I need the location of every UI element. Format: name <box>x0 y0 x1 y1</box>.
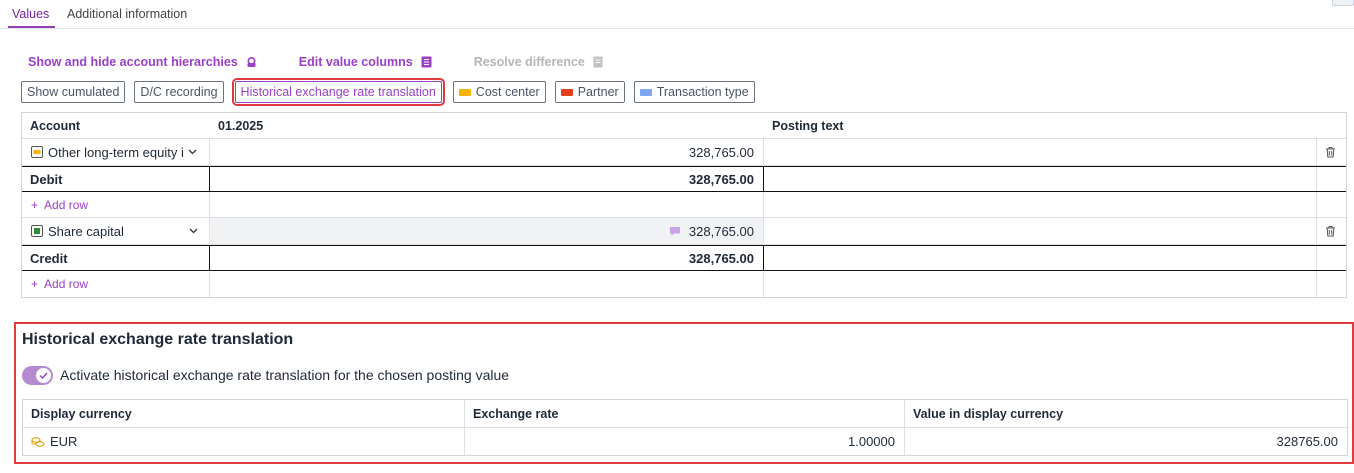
debit-account-select[interactable]: Other long-term equity i <box>31 139 201 165</box>
debit-account-row: Other long-term equity i 328,765.00 <box>22 139 1346 166</box>
columns-icon <box>421 56 432 68</box>
plus-icon: + <box>31 197 39 212</box>
account-column-header[interactable]: Account <box>30 113 80 138</box>
delete-row-icon[interactable] <box>1325 139 1336 165</box>
show-hide-hierarchies-label: Show and hide account hierarchies <box>28 55 238 69</box>
show-hide-hierarchies-button[interactable]: Show and hide account hierarchies <box>28 55 257 69</box>
exchange-rate-header[interactable]: Exchange rate <box>473 400 558 427</box>
period-column-header[interactable]: 01.2025 <box>218 113 263 138</box>
resolve-difference-label: Resolve difference <box>473 55 585 69</box>
toggle-label: Activate historical exchange rate transl… <box>60 367 510 383</box>
display-value-cell: 328765.00 <box>1276 434 1338 449</box>
historical-translation-toggle[interactable] <box>22 366 53 385</box>
credit-sum-row: Credit 328,765.00 <box>22 245 1346 271</box>
transaction-type-swatch-icon <box>639 88 652 96</box>
debit-value-cell[interactable]: 328,765.00 <box>210 139 763 165</box>
grid-toolbar: Show and hide account hierarchies Edit v… <box>28 55 645 69</box>
panel-title: Historical exchange rate translation <box>22 331 294 348</box>
tab-bar: Values Additional information <box>0 0 1354 29</box>
historical-exchange-rate-panel: Historical exchange rate translation Act… <box>14 322 1354 464</box>
cost-center-swatch-icon <box>458 88 471 96</box>
posting-grid: Account 01.2025 Posting text Other long-… <box>21 112 1347 298</box>
plus-icon: + <box>31 277 39 291</box>
add-row-label: Add row <box>44 197 89 212</box>
tab-additional-information[interactable]: Additional information <box>67 7 187 21</box>
credit-account-select[interactable]: Share capital <box>31 218 201 244</box>
cost-center-chip[interactable]: Cost center <box>452 81 546 103</box>
display-currency-cell: EUR <box>31 428 77 455</box>
currency-code: EUR <box>50 434 78 449</box>
grid-header-row: Account 01.2025 Posting text <box>22 113 1346 139</box>
credit-total: 328,765.00 <box>209 246 764 270</box>
debit-sum-row: Debit 328,765.00 <box>22 166 1346 192</box>
resolve-difference-button[interactable]: Resolve difference <box>474 55 603 69</box>
document-icon <box>593 56 603 68</box>
edit-value-columns-label: Edit value columns <box>298 55 413 69</box>
coins-icon <box>31 436 45 448</box>
tab-values[interactable]: Values <box>12 7 49 21</box>
collapse-button[interactable] <box>1332 0 1354 6</box>
edit-value-columns-button[interactable]: Edit value columns <box>299 55 432 69</box>
column-filter-chips: Show cumulated D/C recording Historical … <box>21 78 764 106</box>
debit-total: 328,765.00 <box>209 167 764 191</box>
partner-label: Partner <box>577 85 619 99</box>
account-icon <box>31 146 43 158</box>
credit-add-row: + Add row <box>22 271 1346 297</box>
comment-icon[interactable] <box>669 226 681 237</box>
credit-posting-text-cell[interactable] <box>764 218 1316 244</box>
currency-table-header: Display currency Exchange rate Value in … <box>23 400 1347 428</box>
check-icon <box>36 368 51 383</box>
currency-table: Display currency Exchange rate Value in … <box>22 399 1348 456</box>
show-cumulated-chip[interactable]: Show cumulated <box>21 81 126 103</box>
partner-swatch-icon <box>560 88 573 96</box>
credit-account-name: Share capital <box>48 223 124 239</box>
cost-center-label: Cost center <box>475 85 540 99</box>
add-credit-row-button[interactable]: + Add row <box>31 271 88 297</box>
active-tab-indicator <box>8 26 55 28</box>
add-row-label: Add row <box>44 277 89 291</box>
delete-row-icon[interactable] <box>1325 218 1336 244</box>
chevron-down-icon[interactable] <box>188 149 197 155</box>
credit-label: Credit <box>30 250 68 266</box>
value-display-currency-header[interactable]: Value in display currency <box>913 400 1063 427</box>
historical-exchange-rate-chip[interactable]: Historical exchange rate translation <box>231 78 445 106</box>
credit-value: 328,765.00 <box>688 223 754 239</box>
table-row: EUR 1.00000 328765.00 <box>23 428 1347 455</box>
exchange-rate-cell[interactable]: 1.00000 <box>465 428 904 455</box>
posting-text-column-header[interactable]: Posting text <box>772 113 844 138</box>
display-currency-header[interactable]: Display currency <box>31 400 132 427</box>
debit-posting-text-cell[interactable] <box>764 139 1316 165</box>
credit-value-cell[interactable]: 328,765.00 <box>210 218 763 244</box>
partner-chip[interactable]: Partner <box>554 81 625 103</box>
transaction-type-chip[interactable]: Transaction type <box>633 81 755 103</box>
transaction-type-label: Transaction type <box>656 85 749 99</box>
debit-add-row: + Add row <box>22 192 1346 218</box>
dc-recording-chip[interactable]: D/C recording <box>134 81 224 103</box>
chevron-down-icon[interactable] <box>189 228 198 234</box>
debit-account-name: Other long-term equity i <box>48 144 184 160</box>
add-debit-row-button[interactable]: + Add row <box>31 192 88 217</box>
account-icon <box>31 225 43 237</box>
credit-account-row: Share capital 328,765.00 <box>22 218 1346 245</box>
debit-label: Debit <box>30 171 63 187</box>
hierarchy-icon <box>246 56 257 68</box>
